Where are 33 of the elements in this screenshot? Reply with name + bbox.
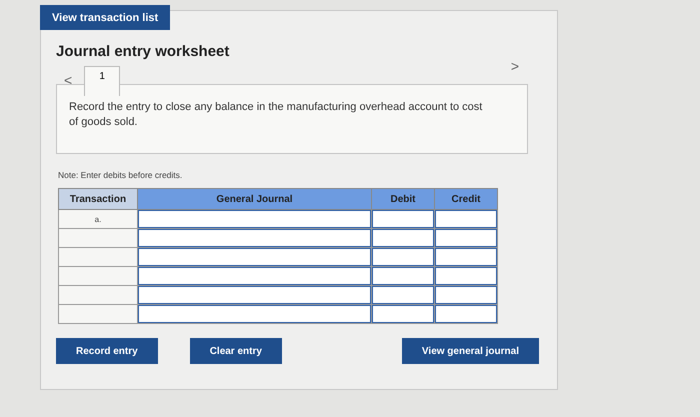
account-input[interactable] [138,267,371,285]
account-input[interactable] [138,305,371,323]
credit-input[interactable] [435,248,497,266]
instruction-text: Record the entry to close any balance in the manufacturing overhead account to cost of goods sold. [69,100,484,130]
column-header: Credit [434,188,498,210]
next-arrow[interactable]: > [502,52,527,74]
credit-input[interactable] [435,286,497,304]
debit-input[interactable] [372,305,434,323]
debit-input[interactable] [372,210,434,228]
entry-tab[interactable]: 1 [84,66,120,96]
worksheet-title: Journal entry worksheet [56,43,230,60]
credit-input[interactable] [435,267,497,285]
action-button[interactable]: Record entry [56,338,158,364]
action-button[interactable]: Clear entry [190,338,282,364]
note-text: Note: Enter debits before credits. [58,170,184,180]
debit-input[interactable] [372,229,434,247]
debit-input[interactable] [372,286,434,304]
action-button[interactable]: View general journal [402,338,539,364]
previous-arrow[interactable]: < [56,66,80,88]
transaction-cell: a. [58,210,138,228]
credit-input[interactable] [435,305,497,323]
credit-input[interactable] [435,210,497,228]
column-header: Transaction [58,188,138,210]
column-header: General Journal [138,188,372,210]
credit-input[interactable] [435,229,497,247]
debit-input[interactable] [372,267,434,285]
view-transaction-list-button[interactable]: View transaction list [40,5,170,30]
account-input[interactable] [138,229,371,247]
debit-input[interactable] [372,248,434,266]
column-header: Debit [372,188,434,210]
account-input[interactable] [138,210,371,228]
account-input[interactable] [138,248,371,266]
account-input[interactable] [138,286,371,304]
